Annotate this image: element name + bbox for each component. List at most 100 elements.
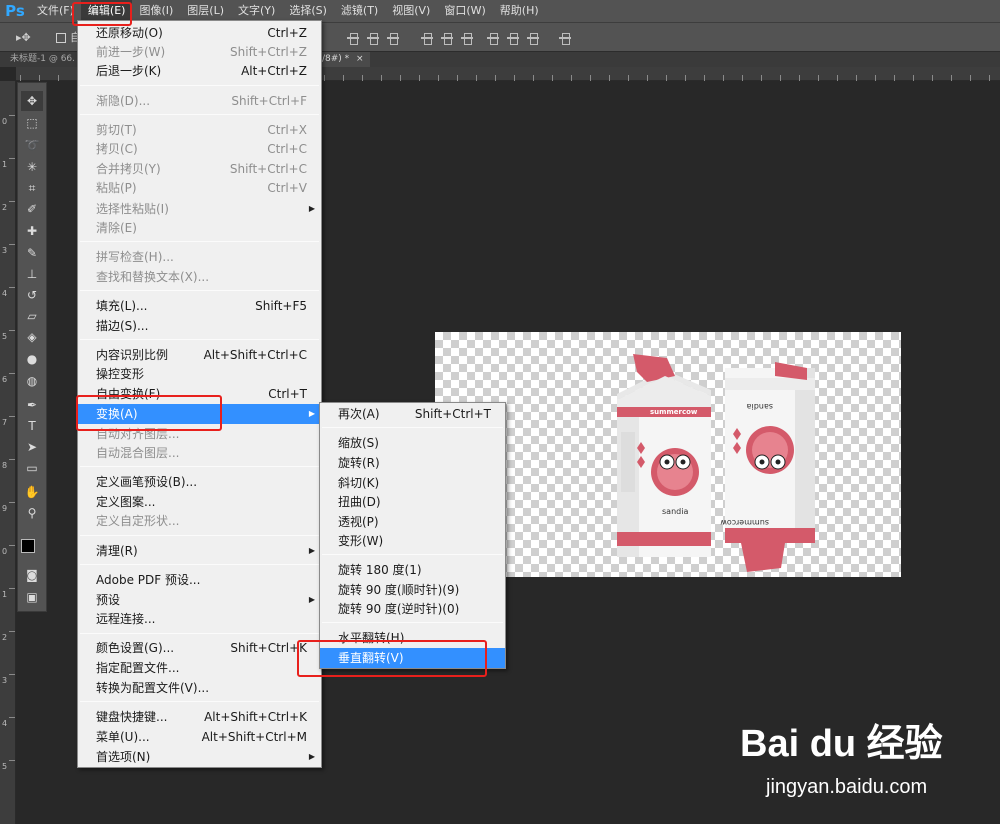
- marquee-tool-icon[interactable]: ⬚: [21, 113, 43, 133]
- align-left-icon[interactable]: [486, 31, 500, 45]
- quick-mask-icon[interactable]: ◙: [21, 565, 43, 585]
- menu-item-color-settings[interactable]: 颜色设置(G)... Shift+Ctrl+K: [78, 638, 321, 658]
- path-selection-tool-icon[interactable]: ➤: [21, 437, 43, 457]
- menu-item-preferences[interactable]: 首选项(N) ▶: [78, 747, 321, 767]
- menu-item-free-transform[interactable]: 自由变换(F) Ctrl+T: [78, 384, 321, 404]
- menu-item-auto-align-layers[interactable]: 自动对齐图层...: [78, 424, 321, 444]
- align-hcenter-icon[interactable]: [506, 31, 520, 45]
- menu-item-remote-connections[interactable]: 远程连接...: [78, 609, 321, 629]
- align-bottom-icon[interactable]: [386, 31, 400, 45]
- align-vcenter-icon[interactable]: [366, 31, 380, 45]
- menu-item-keyboard-shortcuts[interactable]: 键盘快捷键... Alt+Shift+Ctrl+K: [78, 707, 321, 727]
- menu-item-convert-profile[interactable]: 转换为配置文件(V)...: [78, 678, 321, 698]
- menu-item-stroke[interactable]: 描边(S)...: [78, 316, 321, 336]
- menu-item-auto-blend-layers[interactable]: 自动混合图层...: [78, 443, 321, 463]
- edit-menu-dropdown: 还原移动(O) Ctrl+Z 前进一步(W) Shift+Ctrl+Z 后退一步(K…: [77, 20, 322, 768]
- menu-item-find-replace[interactable]: 查找和替换文本(X)...: [78, 267, 321, 287]
- eraser-tool-icon[interactable]: ▱: [21, 306, 43, 326]
- menu-item-fill[interactable]: 填充(L)... Shift+F5: [78, 296, 321, 316]
- menu-layer[interactable]: 图层(L): [180, 0, 231, 22]
- submenu-item-distort[interactable]: 扭曲(D): [320, 492, 505, 512]
- menu-item-undo[interactable]: 还原移动(O) Ctrl+Z: [78, 23, 321, 43]
- pen-tool-icon[interactable]: ✒: [21, 395, 43, 415]
- menu-item-spell-check[interactable]: 拼写检查(H)...: [78, 247, 321, 267]
- brush-tool-icon[interactable]: ✎: [21, 243, 43, 263]
- menu-select[interactable]: 选择(S): [282, 0, 334, 22]
- menu-item-paste[interactable]: 粘贴(P) Ctrl+V: [78, 178, 321, 198]
- menu-image[interactable]: 图像(I): [132, 0, 180, 22]
- tab-close-icon[interactable]: ×: [356, 54, 364, 64]
- submenu-item-rotate-180[interactable]: 旋转 180 度(1): [320, 560, 505, 580]
- distribute-vcenter-icon[interactable]: [440, 31, 454, 45]
- foreground-color-swatch[interactable]: [21, 539, 35, 553]
- submenu-item-skew[interactable]: 斜切(K): [320, 473, 505, 493]
- menu-type[interactable]: 文字(Y): [231, 0, 282, 22]
- move-tool-icon[interactable]: ✥: [21, 91, 43, 111]
- tab-untitled[interactable]: 未标题-1 @ 66.: [4, 52, 81, 67]
- photoshop-window: Ps 文件(F) 编辑(E) 图像(I) 图层(L) 文字(Y) 选择(S) 滤…: [0, 0, 1000, 824]
- menu-view[interactable]: 视图(V): [385, 0, 437, 22]
- auto-align-icon[interactable]: [558, 31, 572, 45]
- submenu-item-warp[interactable]: 变形(W): [320, 531, 505, 551]
- menu-item-pdf-presets[interactable]: Adobe PDF 预设...: [78, 570, 321, 590]
- menu-item-copy-merged[interactable]: 合并拷贝(Y) Shift+Ctrl+C: [78, 159, 321, 179]
- submenu-item-rotate[interactable]: 旋转(R): [320, 453, 505, 473]
- lasso-tool-icon[interactable]: ➰: [21, 135, 43, 155]
- crop-tool-icon[interactable]: ⌗: [21, 178, 43, 198]
- menu-item-step-forward[interactable]: 前进一步(W) Shift+Ctrl+Z: [78, 42, 321, 62]
- blur-tool-icon[interactable]: ●: [21, 349, 43, 369]
- menu-help[interactable]: 帮助(H): [493, 0, 546, 22]
- clone-stamp-tool-icon[interactable]: ⊥: [21, 264, 43, 284]
- menu-item-clear[interactable]: 清除(E): [78, 218, 321, 238]
- align-right-icon[interactable]: [526, 31, 540, 45]
- distribute-top-icon[interactable]: [420, 31, 434, 45]
- menu-separator: [80, 85, 319, 86]
- menu-item-content-aware-scale[interactable]: 内容识别比例 Alt+Shift+Ctrl+C: [78, 345, 321, 365]
- healing-brush-tool-icon[interactable]: ✚: [21, 221, 43, 241]
- menu-item-copy[interactable]: 拷贝(C) Ctrl+C: [78, 139, 321, 159]
- submenu-item-rotate-90-cw[interactable]: 旋转 90 度(顺时针)(9): [320, 580, 505, 600]
- menu-window[interactable]: 窗口(W): [437, 0, 492, 22]
- hand-tool-icon[interactable]: ✋: [21, 482, 43, 502]
- submenu-item-again[interactable]: 再次(A) Shift+Ctrl+T: [320, 404, 505, 424]
- eyedropper-tool-icon[interactable]: ✐: [21, 199, 43, 219]
- right-carton-flipped: sandia summercow: [720, 362, 815, 572]
- menu-filter[interactable]: 滤镜(T): [334, 0, 385, 22]
- menu-item-cut[interactable]: 剪切(T) Ctrl+X: [78, 120, 321, 140]
- menu-item-fade[interactable]: 渐隐(D)... Shift+Ctrl+F: [78, 91, 321, 111]
- menu-edit[interactable]: 编辑(E): [80, 0, 133, 22]
- menu-item-paste-special[interactable]: 选择性粘贴(I) ▶: [78, 199, 321, 219]
- menu-item-cut-label: 剪切(T): [96, 123, 137, 137]
- tab-active-doc[interactable]: /8#) * ×: [316, 52, 370, 67]
- menu-item-define-pattern[interactable]: 定义图案...: [78, 492, 321, 512]
- dodge-tool-icon[interactable]: ◍: [21, 371, 43, 391]
- menu-item-define-brush-label: 定义画笔预设(B)...: [96, 475, 198, 489]
- auto-select-checkbox[interactable]: [56, 33, 66, 43]
- distribute-bottom-icon[interactable]: [460, 31, 474, 45]
- submenu-item-flip-vertical[interactable]: 垂直翻转(V): [320, 648, 505, 668]
- menu-item-step-backward[interactable]: 后退一步(K) Alt+Ctrl+Z: [78, 61, 321, 81]
- menu-file[interactable]: 文件(F): [30, 0, 81, 22]
- type-tool-icon[interactable]: T: [21, 416, 43, 436]
- menu-item-purge[interactable]: 清理(R) ▶: [78, 541, 321, 561]
- move-tool-preset-icon[interactable]: ▸✥: [16, 30, 31, 46]
- menu-item-puppet-warp[interactable]: 操控变形: [78, 364, 321, 384]
- menu-item-define-shape[interactable]: 定义自定形状...: [78, 511, 321, 531]
- menu-item-assign-profile[interactable]: 指定配置文件...: [78, 658, 321, 678]
- submenu-item-rotate-90-ccw[interactable]: 旋转 90 度(逆时针)(0): [320, 599, 505, 619]
- menu-item-presets[interactable]: 预设 ▶: [78, 590, 321, 610]
- menu-item-menus[interactable]: 菜单(U)... Alt+Shift+Ctrl+M: [78, 727, 321, 747]
- submenu-item-flip-horizontal[interactable]: 水平翻转(H): [320, 628, 505, 648]
- zoom-tool-icon[interactable]: ⚲: [21, 503, 43, 523]
- menu-item-define-brush[interactable]: 定义画笔预设(B)...: [78, 472, 321, 492]
- menu-item-transform[interactable]: 变换(A) ▶: [78, 404, 321, 424]
- submenu-item-perspective[interactable]: 透视(P): [320, 512, 505, 532]
- history-brush-tool-icon[interactable]: ↺: [21, 285, 43, 305]
- rectangle-tool-icon[interactable]: ▭: [21, 458, 43, 478]
- magic-wand-tool-icon[interactable]: ✳: [21, 157, 43, 177]
- paint-bucket-tool-icon[interactable]: ◈: [21, 327, 43, 347]
- align-top-icon[interactable]: [346, 31, 360, 45]
- submenu-item-scale[interactable]: 缩放(S): [320, 433, 505, 453]
- ruler-tick: [9, 588, 15, 589]
- screen-mode-icon[interactable]: ▣: [21, 587, 43, 607]
